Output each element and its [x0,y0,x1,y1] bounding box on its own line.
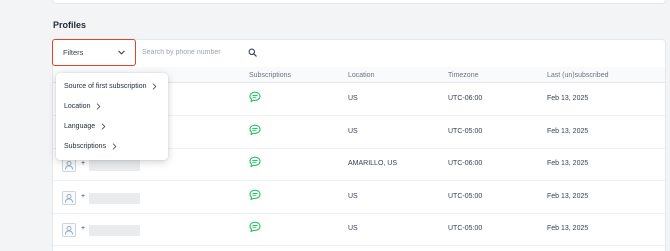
last-subscribed-cell: Feb 13, 2025 [547,192,589,200]
sms-chat-icon [249,91,261,103]
timezone-cell: UTC-05:00 [448,192,483,200]
location-cell: US [348,192,358,200]
sms-chat-icon [249,124,261,135]
chevron-down-icon [118,50,125,55]
location-cell: US [348,225,358,232]
user-icon [65,160,73,170]
redacted-phone-number [89,192,140,204]
chevron-right-icon [153,83,157,90]
last-subscribed-cell: Feb 13, 2025 [547,95,589,102]
timezone-cell: UTC-06:00 [448,160,483,167]
search-input[interactable] [138,49,244,56]
sms-chat-icon [249,156,261,168]
filter-menu-item-label: Location [64,103,91,110]
column-header-subscriptions[interactable]: Subscriptions [249,72,291,79]
previous-card [52,0,666,4]
last-subscribed-cell: Feb 13, 2025 [547,160,589,167]
redacted-phone-number [89,225,140,236]
timezone-cell: UTC-05:00 [448,225,483,232]
user-icon [65,225,73,235]
filter-menu-item-subscriptions[interactable]: Subscriptions [64,143,118,150]
avatar [62,223,76,237]
chevron-right-icon [97,103,101,110]
phone-prefix: + [81,160,86,167]
user-icon [65,193,73,203]
location-cell: AMARILLO, US [348,160,398,167]
location-cell: US [348,127,358,135]
avatar [62,158,76,172]
table-row[interactable]: + US UTC-05:00 Feb 13, 2025 [53,214,665,246]
phone-prefix: + [81,192,86,200]
search-bar [138,43,268,62]
search-icon[interactable] [248,48,257,57]
sms-chat-icon [249,189,261,200]
location-cell: US [348,95,358,102]
chevron-right-icon [101,123,106,130]
timezone-cell: UTC-05:00 [448,127,483,135]
phone-prefix: + [81,225,86,232]
column-header-timezone[interactable]: Timezone [448,72,478,79]
timezone-cell: UTC-06:00 [448,95,483,102]
filter-menu-item-label: Source of first subscription [64,83,147,90]
filter-menu-item-language[interactable]: Language [64,123,107,130]
filter-menu-item-label: Language [64,123,96,130]
filters-label: Filters [63,48,84,57]
last-subscribed-cell: Feb 13, 2025 [547,225,589,232]
chevron-right-icon [112,143,117,150]
filter-menu-item-location[interactable]: Location [64,103,102,110]
avatar [62,190,76,205]
filter-menu-item-label: Subscriptions [64,143,107,150]
filters-dropdown-button[interactable]: Filters [52,39,136,66]
sms-chat-icon [249,221,261,233]
section-title: Profiles [53,20,87,30]
column-header-location[interactable]: Location [348,72,374,79]
last-subscribed-cell: Feb 13, 2025 [547,127,589,135]
table-row[interactable]: + US UTC-05:00 Feb 13, 2025 [53,182,665,214]
filter-menu: Source of first subscription Location La… [56,73,168,160]
filter-menu-item-source[interactable]: Source of first subscription [64,83,158,90]
column-header-last-subscribed[interactable]: Last (un)subscribed [547,72,608,79]
redacted-phone-number [89,160,140,171]
